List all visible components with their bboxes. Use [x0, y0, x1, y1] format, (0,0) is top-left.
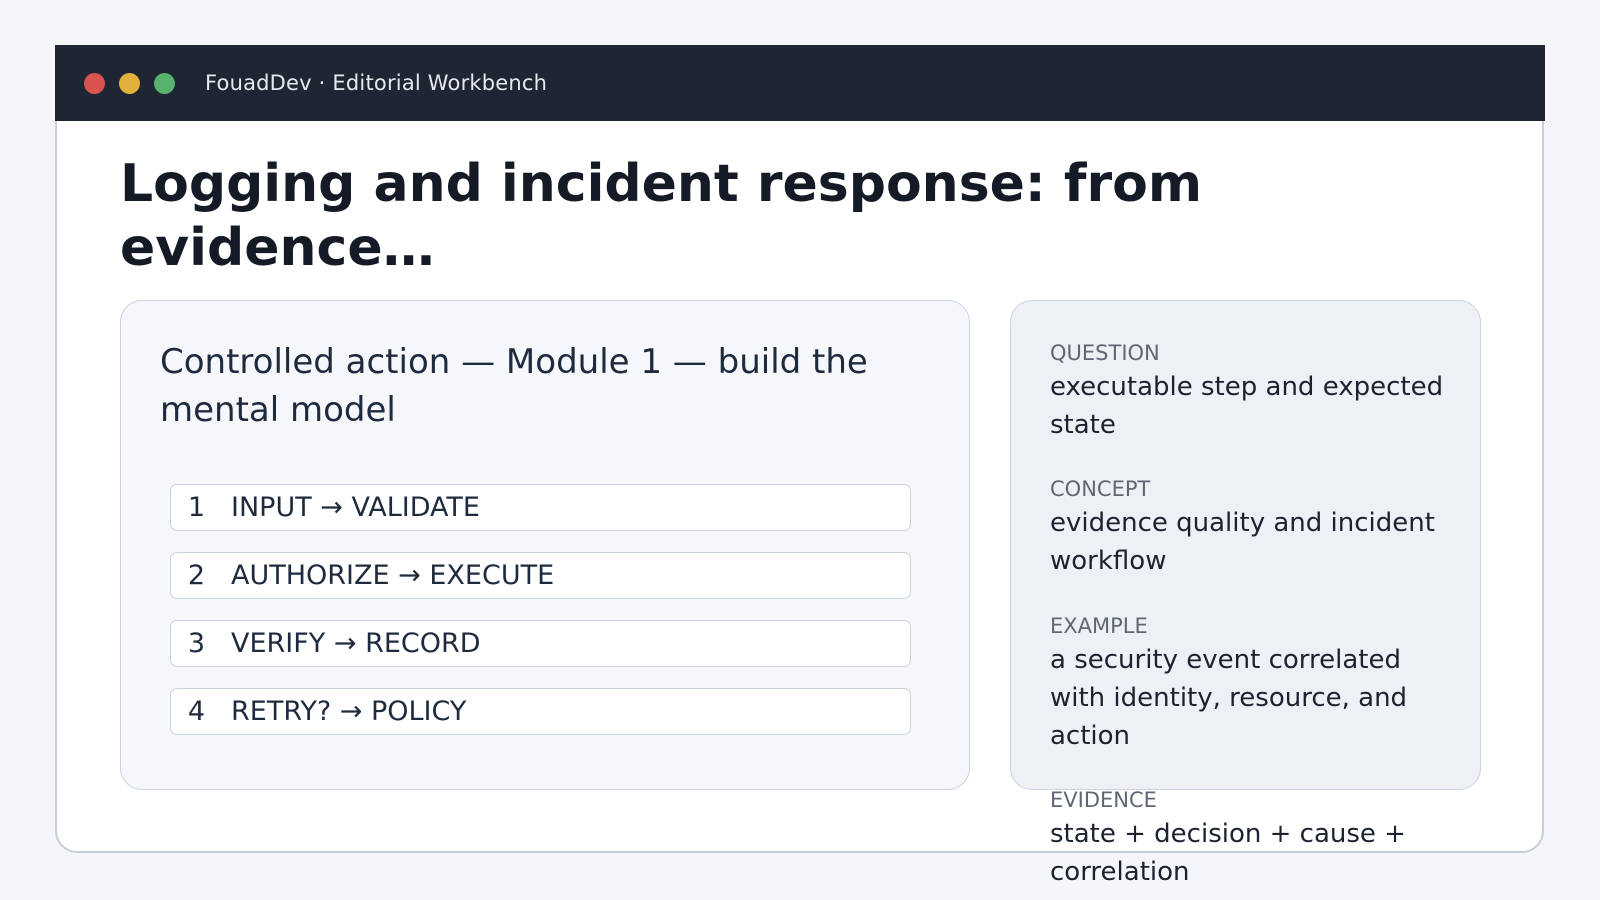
info-value: evidence quality and incident workflow [1050, 508, 1435, 576]
info-item-example: EXAMPLE a security event correlated with… [1050, 611, 1460, 755]
step-number: 1 [187, 492, 205, 523]
info-label: EXAMPLE [1050, 614, 1148, 638]
info-item-concept: CONCEPT evidence quality and incident wo… [1050, 474, 1460, 580]
step-item: 2 AUTHORIZE → EXECUTE [170, 552, 911, 599]
step-item: 4 RETRY? → POLICY [170, 688, 911, 735]
step-item: 3 VERIFY → RECORD [170, 620, 911, 667]
module-heading: Controlled action — Module 1 — build the… [160, 342, 868, 430]
page-title: Logging and incident response: from evid… [120, 154, 1202, 278]
step-item: 1 INPUT → VALIDATE [170, 484, 911, 531]
module-card: Controlled action — Module 1 — build the… [120, 300, 970, 790]
info-item-evidence: EVIDENCE state + decision + cause + corr… [1050, 785, 1460, 891]
close-window-button[interactable] [84, 72, 105, 94]
info-label: QUESTION [1050, 341, 1160, 365]
window-title: FouadDev · Editorial Workbench [205, 71, 548, 95]
step-number: 4 [187, 696, 205, 727]
info-value: state + decision + cause + correlation [1050, 819, 1406, 887]
info-label: EVIDENCE [1050, 788, 1157, 812]
title-bar: FouadDev · Editorial Workbench [55, 45, 1545, 121]
maximize-window-button[interactable] [154, 72, 175, 94]
step-label: AUTHORIZE → EXECUTE [231, 560, 555, 591]
step-number: 2 [187, 560, 205, 591]
info-label: CONCEPT [1050, 477, 1151, 501]
step-label: INPUT → VALIDATE [231, 492, 480, 523]
info-value: executable step and expected state [1050, 372, 1444, 440]
step-number: 3 [187, 628, 205, 659]
step-label: RETRY? → POLICY [231, 696, 467, 727]
step-label: VERIFY → RECORD [231, 628, 481, 659]
minimize-window-button[interactable] [119, 72, 140, 94]
info-item-question: QUESTION executable step and expected st… [1050, 338, 1460, 444]
step-list: 1 INPUT → VALIDATE 2 AUTHORIZE → EXECUTE… [170, 484, 911, 756]
info-value: a security event correlated with identit… [1050, 645, 1408, 751]
